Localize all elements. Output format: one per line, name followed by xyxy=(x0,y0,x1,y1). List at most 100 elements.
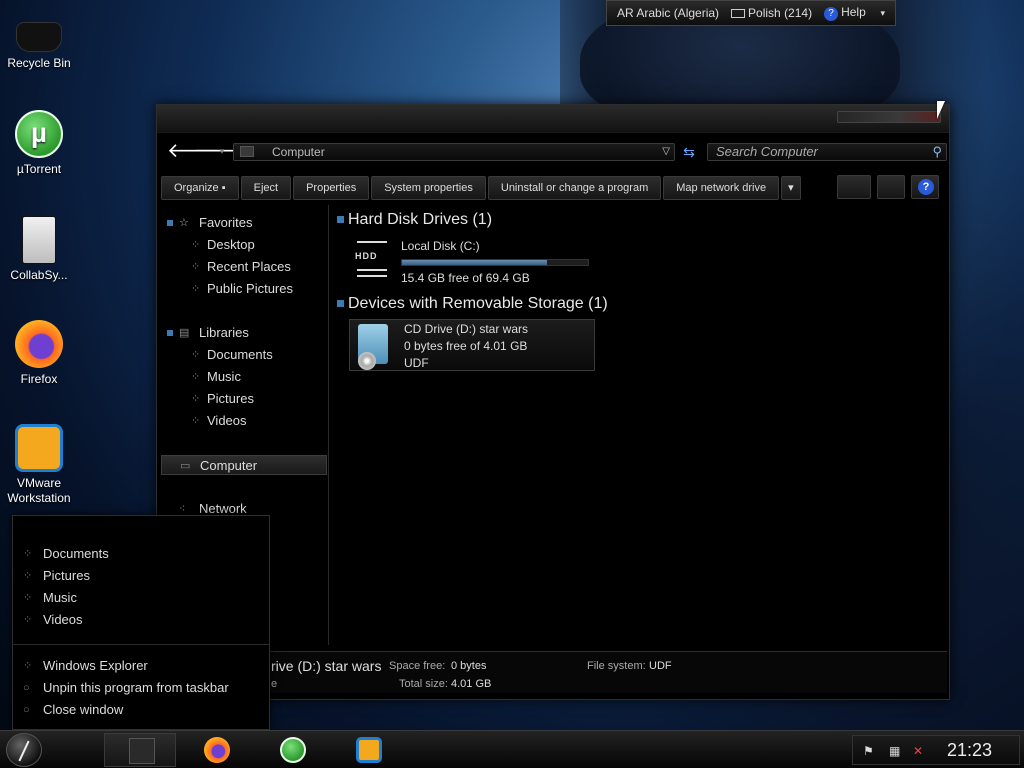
folder-icon: ⁘ xyxy=(191,283,201,295)
explorer-icon xyxy=(129,738,155,764)
desktop-icon-vmware[interactable]: VMware Workstation xyxy=(0,424,78,506)
taskbar-explorer[interactable] xyxy=(104,733,176,767)
jumplist-item-videos[interactable]: ⁘ Videos xyxy=(21,610,261,630)
taskbar: ⚑ ▦ ✕ 21:23 xyxy=(0,730,1024,768)
nav-desktop[interactable]: ⁘ Desktop xyxy=(161,235,327,255)
desktop-icon-firefox[interactable]: Firefox xyxy=(0,320,78,387)
system-tray: ⚑ ▦ ✕ 21:23 xyxy=(852,735,1020,765)
desktop-icon-recycle-bin[interactable]: Recycle Bin xyxy=(0,12,78,71)
total-size-value: 4.01 GB xyxy=(451,678,492,690)
nav-videos[interactable]: ⁘ Videos xyxy=(161,411,327,431)
capacity-bar xyxy=(401,259,589,266)
refresh-button[interactable]: ⇆ xyxy=(679,143,699,161)
drive-cd-d[interactable]: CD Drive (D:) star wars 0 bytes free of … xyxy=(333,319,613,373)
capacity-fill xyxy=(402,260,548,265)
organize-button[interactable]: Organize ▪ xyxy=(161,176,239,200)
utorrent-icon xyxy=(280,737,306,763)
change-view-button[interactable] xyxy=(837,175,871,199)
address-bar[interactable]: Computer ▽ xyxy=(233,143,675,161)
jumplist-item-music[interactable]: ⁘ Music xyxy=(21,588,261,608)
language-selector[interactable]: AR Arabic (Algeria) xyxy=(617,6,719,20)
jumplist-task-unpin[interactable]: ○ Unpin this program from taskbar xyxy=(21,678,261,698)
mouse-cursor-icon xyxy=(937,101,945,119)
forward-button[interactable]: 🡒 xyxy=(193,141,247,163)
taskbar-vmware[interactable] xyxy=(332,733,404,767)
network-icon[interactable]: ▦ xyxy=(889,744,903,758)
recent-pages-chevron-icon[interactable]: ▾ xyxy=(215,141,229,163)
start-button[interactable] xyxy=(6,733,42,767)
documents-icon: ⁘ xyxy=(191,349,201,361)
space-free-value: 0 bytes xyxy=(451,660,487,672)
preview-pane-button[interactable] xyxy=(877,175,905,199)
utorrent-icon: µ xyxy=(15,110,63,158)
address-location: Computer xyxy=(272,145,325,159)
jumplist-item-documents[interactable]: ⁘ Documents xyxy=(21,544,261,564)
details-title: rive (D:) star wars xyxy=(271,658,382,674)
toolbar-right: ? xyxy=(837,175,939,199)
help-icon: ? xyxy=(824,7,839,21)
keyboard-layout-selector[interactable]: Polish (214) xyxy=(731,6,812,20)
help-button[interactable]: ? xyxy=(911,175,939,199)
library-icon: ▤ xyxy=(179,327,190,339)
total-size-label: Total size: xyxy=(399,678,448,690)
details-pane: rive (D:) star wars e Space free: 0 byte… xyxy=(159,651,947,693)
taskbar-utorrent[interactable] xyxy=(256,733,328,767)
clock[interactable]: 21:23 xyxy=(947,740,992,761)
address-row: 🡐 🡒 ▾ Computer ▽ ⇆ Search Computer ⚲ xyxy=(163,141,947,163)
desktop-icon-label: Firefox xyxy=(20,372,58,386)
title-bar[interactable] xyxy=(157,105,949,133)
nav-favorites[interactable]: ☆ Favorites xyxy=(161,213,327,233)
firefox-icon xyxy=(204,737,230,763)
disc-icon xyxy=(358,352,376,370)
language-bar-options-icon[interactable]: ▾ xyxy=(880,8,885,19)
jumplist-separator xyxy=(13,644,269,645)
volume-muted-icon[interactable]: ✕ xyxy=(913,744,927,758)
taskbar-firefox[interactable] xyxy=(180,733,252,767)
unpin-icon: ○ xyxy=(23,682,30,694)
search-icon[interactable]: ⚲ xyxy=(932,144,942,160)
nav-music[interactable]: ⁘ Music xyxy=(161,367,327,387)
nav-public-pictures[interactable]: ⁘ Public Pictures xyxy=(161,279,327,299)
recycle-bin-icon xyxy=(16,22,62,52)
command-bar: Organize ▪ Eject Properties System prope… xyxy=(161,175,945,201)
details-subtitle: e xyxy=(271,678,278,690)
language-bar-help[interactable]: ? Help xyxy=(824,5,866,21)
uninstall-program-button[interactable]: Uninstall or change a program xyxy=(487,176,662,200)
nav-libraries[interactable]: ▤ Libraries xyxy=(161,323,327,343)
vmware-icon xyxy=(356,737,382,763)
library-icon: ⁘ xyxy=(23,614,33,626)
eject-button[interactable]: Eject xyxy=(240,176,292,200)
map-network-drive-button[interactable]: Map network drive xyxy=(663,176,780,200)
drive-name: Local Disk (C:) xyxy=(401,239,480,253)
desktop-icon-label: Recycle Bin xyxy=(7,56,71,70)
group-hard-disk-drives[interactable]: Hard Disk Drives (1) xyxy=(337,211,492,229)
jumplist-task-close-window[interactable]: ○ Close window xyxy=(21,700,261,720)
search-input[interactable]: Search Computer ⚲ xyxy=(707,143,947,161)
desktop-icon-utorrent[interactable]: µ µTorrent xyxy=(0,110,78,177)
nav-computer[interactable]: ▭ Computer xyxy=(161,455,327,475)
collabsync-icon xyxy=(22,216,56,264)
group-removable-storage[interactable]: Devices with Removable Storage (1) xyxy=(337,295,608,313)
window-controls[interactable] xyxy=(837,111,941,123)
address-dropdown-icon[interactable]: ▽ xyxy=(662,144,670,160)
jumplist-item-pictures[interactable]: ⁘ Pictures xyxy=(21,566,261,586)
file-list: Hard Disk Drives (1) HDD Local Disk (C:)… xyxy=(333,205,945,645)
drive-free-space: 15.4 GB free of 69.4 GB xyxy=(401,271,530,285)
system-properties-button[interactable]: System properties xyxy=(371,176,486,200)
close-icon: ○ xyxy=(23,704,30,716)
action-center-flag-icon[interactable]: ⚑ xyxy=(863,744,877,758)
language-bar: AR Arabic (Algeria) Polish (214) ? Help ▾ xyxy=(606,0,896,26)
nav-pictures[interactable]: ⁘ Pictures xyxy=(161,389,327,409)
back-button[interactable]: 🡐 xyxy=(167,141,221,163)
properties-button[interactable]: Properties xyxy=(293,176,370,200)
jumplist-task-windows-explorer[interactable]: ⁘ Windows Explorer xyxy=(21,656,261,676)
library-icon: ⁘ xyxy=(23,592,33,604)
library-icon: ⁘ xyxy=(23,548,33,560)
nav-recent-places[interactable]: ⁘ Recent Places xyxy=(161,257,327,277)
drive-local-disk-c[interactable]: HDD Local Disk (C:) 15.4 GB free of 69.4… xyxy=(347,239,607,285)
nav-documents[interactable]: ⁘ Documents xyxy=(161,345,327,365)
start-orb-icon xyxy=(18,740,30,762)
computer-icon: ▭ xyxy=(180,460,191,472)
desktop-icon-collabsync[interactable]: CollabSy... xyxy=(0,216,78,283)
more-commands-chevron-icon[interactable]: ▾ xyxy=(781,176,801,200)
